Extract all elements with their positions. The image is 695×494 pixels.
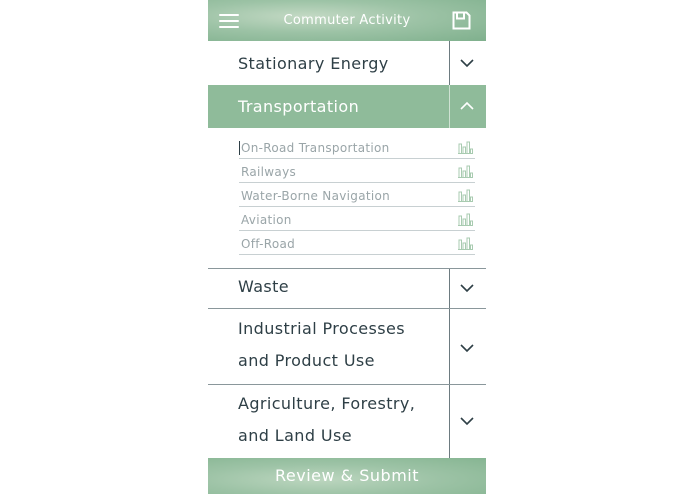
section-label: Stationary Energy [238,54,389,73]
bar-chart-icon[interactable] [458,237,473,250]
section-label: Waste [238,277,290,296]
list-item-label: Aviation [241,213,292,227]
list-item-label: Railways [241,165,297,179]
list-item-aviation[interactable]: Aviation [239,210,475,231]
divider [449,385,450,458]
list-item-label: Water-Borne Navigation [241,189,391,203]
list-item-on-road-transportation[interactable]: On-Road Transportation [239,138,475,159]
section-label: Transportation [238,97,360,116]
app-header: Commuter Activity [208,0,486,41]
list-item-water-borne-navigation[interactable]: Water-Borne Navigation [239,186,475,207]
section-label-line2: and Product Use [238,351,375,370]
section-label-line1: Industrial Processes [238,319,405,338]
bar-chart-icon[interactable] [458,189,473,202]
chevron-down-icon[interactable] [460,417,474,426]
bar-chart-icon[interactable] [458,141,473,154]
section-industrial-processes[interactable]: Industrial Processes and Product Use [208,309,486,384]
section-label-line2: and Land Use [238,426,352,445]
app-screen: Commuter Activity Stationary Energy Tran… [208,0,486,494]
bar-chart-icon[interactable] [458,165,473,178]
chevron-up-icon[interactable] [460,101,474,110]
bar-chart-icon[interactable] [458,213,473,226]
section-agriculture-forestry[interactable]: Agriculture, Forestry, and Land Use [208,385,486,458]
section-transportation[interactable]: Transportation [208,85,486,128]
section-stationary-energy[interactable]: Stationary Energy [208,41,486,85]
section-waste[interactable]: Waste [208,269,486,308]
review-submit-button[interactable]: Review & Submit [208,458,486,494]
divider [449,309,450,384]
text-cursor [239,141,240,155]
chevron-down-icon[interactable] [460,59,474,68]
divider [449,85,450,128]
chevron-down-icon[interactable] [460,284,474,293]
list-item-off-road[interactable]: Off-Road [239,234,475,255]
divider [449,269,450,308]
list-item-railways[interactable]: Railways [239,162,475,183]
page-title: Commuter Activity [283,13,411,28]
list-item-label: On-Road Transportation [241,141,390,155]
list-item-label: Off-Road [241,237,296,251]
divider [449,41,450,85]
section-label-line1: Agriculture, Forestry, [238,394,416,413]
save-icon[interactable] [452,11,471,30]
chevron-down-icon[interactable] [460,344,474,353]
